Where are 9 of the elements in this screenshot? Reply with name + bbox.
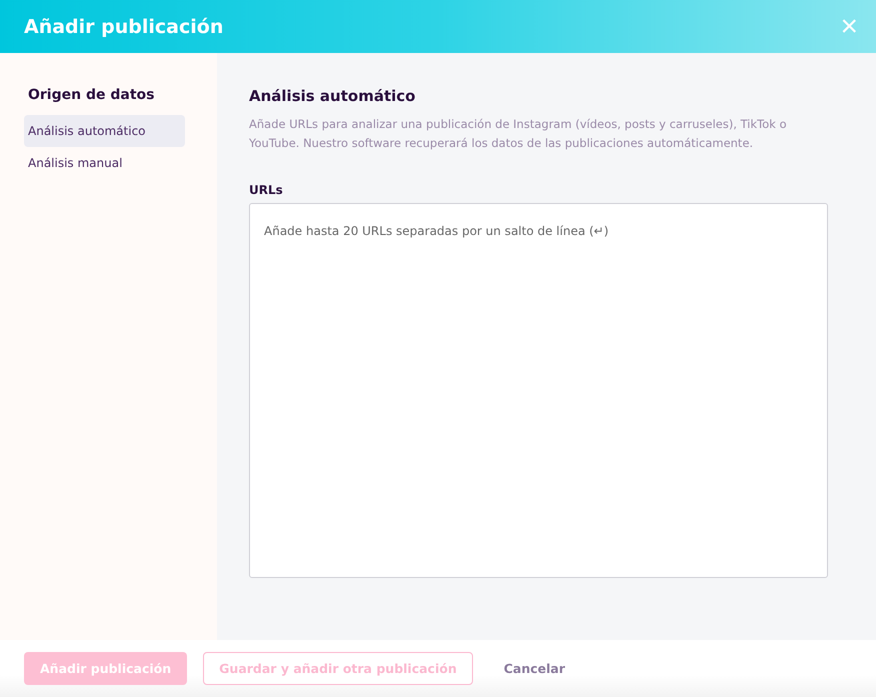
sidebar-item[interactable]: Análisis automático	[24, 115, 185, 147]
cancel-button[interactable]: Cancelar	[488, 652, 580, 685]
sidebar-title: Origen de datos	[28, 87, 156, 103]
dialog-title: Añadir publicación	[24, 16, 224, 38]
section-title: Análisis automático	[249, 87, 416, 105]
urls-field[interactable]: Añade hasta 20 URLs separadas por un salto de línea (↵)	[249, 203, 828, 578]
sidebar-item[interactable]: Análisis manual	[24, 147, 185, 179]
section-description: Añade URLs para analizar una publicación de Instagram (vídeos, posts y carruseles), TikTok o YouTube. Nuestro software recuperará los datos de las publicaciones automáticamente.	[249, 116, 788, 152]
field-label: URLs	[249, 183, 284, 197]
